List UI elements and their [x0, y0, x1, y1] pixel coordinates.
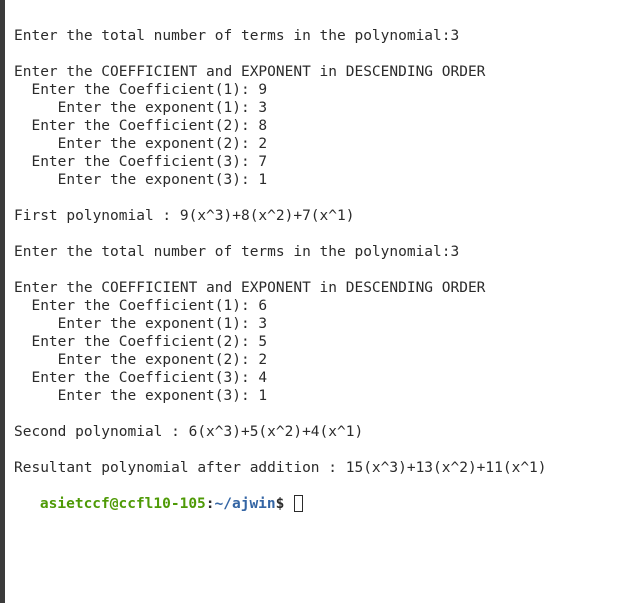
terminal-line: Enter the COEFFICIENT and EXPONENT in DE… [14, 280, 486, 296]
terminal-line: Enter the Coefficient(2): 8 [14, 118, 268, 134]
terminal-line: Enter the Coefficient(2): 5 [14, 334, 268, 350]
prompt-symbol: $ [275, 496, 294, 512]
terminal-line: Enter the total number of terms in the p… [14, 244, 460, 260]
terminal-line: Enter the exponent(3): 1 [14, 388, 268, 404]
terminal-line: Enter the total number of terms in the p… [14, 28, 460, 44]
terminal-line: Enter the Coefficient(1): 6 [14, 298, 268, 314]
terminal-line: First polynomial : 9(x^3)+8(x^2)+7(x^1) [14, 208, 355, 224]
terminal-line: Enter the COEFFICIENT and EXPONENT in DE… [14, 64, 486, 80]
terminal-line: Second polynomial : 6(x^3)+5(x^2)+4(x^1) [14, 424, 364, 440]
terminal-line: Enter the Coefficient(1): 9 [14, 82, 268, 98]
terminal-line: Enter the exponent(1): 3 [14, 316, 268, 332]
terminal-line: Enter the Coefficient(3): 4 [14, 370, 268, 386]
terminal-line: Enter the exponent(2): 2 [14, 136, 268, 152]
shell-prompt[interactable]: asietccf@ccfl10-105:~/ajwin$ [5, 477, 304, 512]
terminal-line: Enter the exponent(2): 2 [14, 352, 268, 368]
terminal-line: Resultant polynomial after addition : 15… [14, 460, 547, 476]
terminal-line: Enter the Coefficient(3): 7 [14, 154, 268, 170]
terminal-line: Enter the exponent(3): 1 [14, 172, 268, 188]
terminal-line: Enter the exponent(1): 3 [14, 100, 268, 116]
text-cursor[interactable] [294, 495, 304, 512]
prompt-path: ~/ajwin [214, 496, 276, 512]
prompt-separator: : [205, 496, 215, 512]
prompt-user-host: asietccf@ccfl10-105 [39, 496, 206, 512]
terminal-output[interactable]: Enter the total number of terms in the p… [5, 0, 619, 603]
